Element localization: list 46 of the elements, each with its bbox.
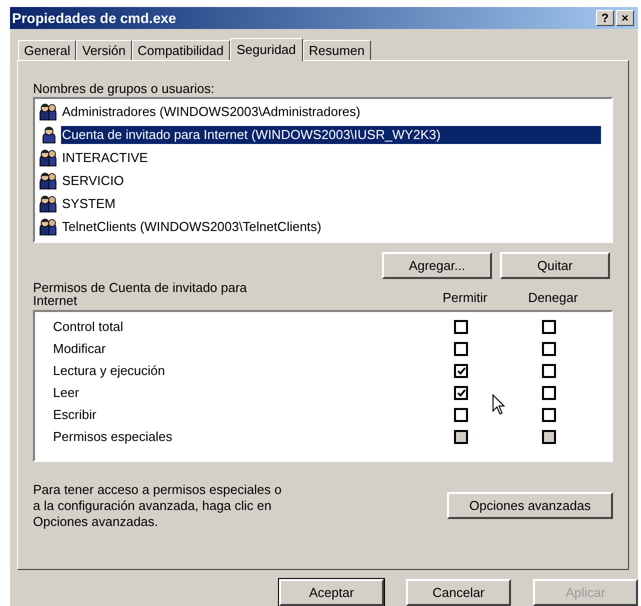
checkbox[interactable] (542, 320, 556, 334)
permission-name: Modificar (52, 340, 107, 358)
users-icon (39, 148, 59, 166)
user-item[interactable]: SYSTEM (61, 194, 116, 212)
tab[interactable]: Resumen (302, 40, 371, 60)
ok-button[interactable]: Aceptar (279, 579, 384, 606)
tab[interactable]: General (18, 40, 76, 60)
users-icon (39, 218, 59, 236)
checkbox[interactable] (454, 386, 468, 400)
add-button[interactable]: Agregar... (382, 252, 492, 279)
user-item[interactable]: Administradores (WINDOWS2003\Administradores) (61, 102, 360, 120)
cursor-icon (492, 394, 506, 416)
users-icon (39, 194, 59, 212)
checkbox[interactable] (454, 320, 468, 334)
user-item[interactable]: SERVICIO (61, 172, 124, 190)
checkbox[interactable] (542, 408, 556, 422)
checkbox[interactable] (542, 386, 556, 400)
advanced-hint: Para tener acceso a permisos especiales o a la configuración avanzada, haga clic en Opciones avanzadas. (33, 482, 283, 530)
advanced-options-button[interactable]: Opciones avanzadas (447, 492, 613, 519)
cancel-button[interactable]: Cancelar (406, 579, 511, 606)
tab[interactable]: Seguridad (230, 38, 303, 61)
remove-button[interactable]: Quitar (500, 252, 610, 279)
permission-name: Escribir (52, 406, 98, 424)
window-title: Propiedades de cmd.exe (12, 8, 176, 28)
tab[interactable]: Versión (76, 40, 132, 60)
checkbox[interactable] (454, 364, 468, 378)
permission-name: Permisos especiales (52, 428, 174, 446)
checkbox[interactable] (454, 342, 468, 356)
user-item[interactable]: INTERACTIVE (61, 148, 148, 166)
checkbox[interactable] (542, 342, 556, 356)
permission-name: Control total (52, 318, 124, 336)
checkbox[interactable] (454, 408, 468, 422)
help-button[interactable]: ? (596, 10, 614, 26)
close-button[interactable]: × (616, 10, 634, 26)
permission-name: Lectura y ejecución (52, 362, 166, 380)
user-item[interactable]: TelnetClients (WINDOWS2003\TelnetClients) (61, 218, 322, 236)
permissions-label: Permisos de Cuenta de invitado para Internet (33, 281, 248, 307)
users-icon (39, 102, 59, 120)
list-label: Nombres de grupos o usuarios: (33, 80, 216, 95)
column-header: Denegar (527, 288, 579, 307)
checkbox[interactable] (542, 364, 556, 378)
column-header: Permitir (442, 288, 488, 306)
permission-name: Leer (52, 384, 80, 402)
users-icon (39, 172, 59, 190)
user-item[interactable]: Cuenta de invitado para Internet (WINDOWS2003\IUSR_WY2K3) (61, 126, 601, 144)
tab[interactable]: Compatibilidad (132, 40, 230, 60)
